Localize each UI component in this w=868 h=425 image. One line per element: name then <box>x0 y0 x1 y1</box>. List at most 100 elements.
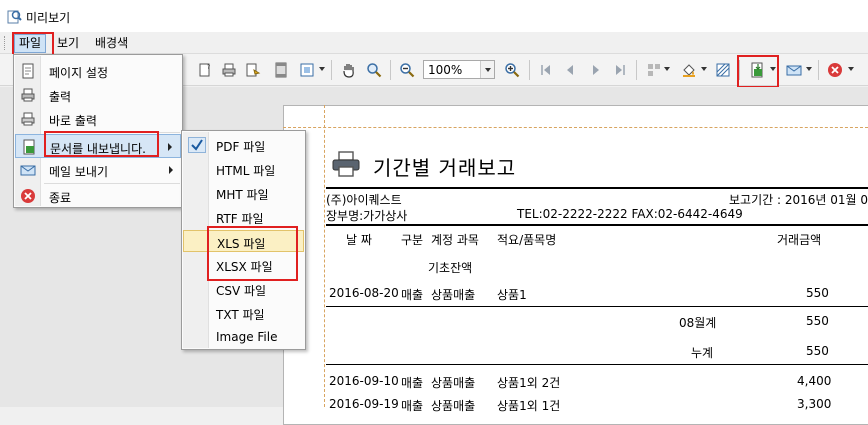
export-pdf[interactable]: PDF 파일 <box>183 134 304 156</box>
mail-icon <box>20 165 36 176</box>
row-account: 상품매출 <box>431 399 476 413</box>
zoom-select[interactable]: 100% <box>423 60 495 79</box>
report-period: 보고기간 : 2016년 01월 01 <box>729 193 868 207</box>
col-amount-header: 거래금액 <box>777 233 822 247</box>
row-account: 상품매출 <box>431 376 476 390</box>
zoom-in-icon <box>505 63 520 78</box>
close-preview-button[interactable] <box>826 61 844 79</box>
highlight-xls-options <box>207 226 298 281</box>
col-type-header: 구분 <box>401 233 424 247</box>
row-amount: 3,300 <box>797 397 832 411</box>
menu-item-page-setup[interactable]: 페이지 설정 <box>15 59 181 83</box>
submenu-item-label: HTML 파일 <box>216 164 276 178</box>
next-page-icon <box>593 65 599 75</box>
close-dropdown-arrow[interactable] <box>848 67 854 71</box>
zoom-dropdown-arrow[interactable] <box>480 61 494 78</box>
subtotal-top-line <box>326 306 868 307</box>
company-name: (주)아이퀘스트 <box>326 193 402 207</box>
submenu-arrow <box>168 143 172 151</box>
report-title: 기간별 거래보고 <box>373 156 517 180</box>
opening-balance-label: 기초잔액 <box>428 261 473 275</box>
first-page-button[interactable] <box>537 61 555 79</box>
row-type: 매출 <box>401 399 424 413</box>
preview-app-icon <box>7 10 22 24</box>
background-color-button[interactable] <box>680 61 698 79</box>
quick-print-icon <box>246 63 261 77</box>
menu-item-label: 종료 <box>49 191 72 205</box>
window-title: 미리보기 <box>26 11 71 25</box>
menubar-grip <box>4 36 7 50</box>
page-setup-icon: ? <box>199 63 210 77</box>
export-image-file[interactable]: Image File <box>183 326 304 348</box>
row-memo: 상품1 <box>497 288 527 302</box>
export-html[interactable]: HTML 파일 <box>183 158 304 180</box>
multi-page-icon <box>648 64 660 76</box>
print-dialog-icon <box>21 88 35 102</box>
row-memo: 상품1외 1건 <box>497 399 561 413</box>
menu-item-send-mail[interactable]: 메일 보내기 <box>15 158 181 182</box>
multi-page-button[interactable] <box>645 61 663 79</box>
print-button[interactable] <box>220 61 238 79</box>
scale-dropdown-arrow[interactable] <box>319 67 325 71</box>
magnifier-button[interactable] <box>365 61 383 79</box>
menu-item-exit[interactable]: 종료 <box>15 184 181 208</box>
next-page-button[interactable] <box>587 61 605 79</box>
margin-guide-horizontal <box>283 127 868 128</box>
mail-icon <box>786 65 802 76</box>
menu-item-quick-print[interactable]: 바로 출력 <box>15 107 181 131</box>
export-rtf[interactable]: RTF 파일 <box>183 206 304 228</box>
last-page-icon <box>616 65 625 75</box>
row-amount: 550 <box>806 286 829 300</box>
menu-view[interactable]: 보기 <box>53 35 83 52</box>
scale-icon <box>300 63 314 77</box>
send-mail-dropdown-arrow[interactable] <box>806 67 812 71</box>
row-account: 상품매출 <box>431 288 476 302</box>
highlight-export-menu-item <box>44 131 159 157</box>
cumulative-amount: 550 <box>806 344 829 358</box>
first-page-icon <box>541 65 550 75</box>
zoom-in-button[interactable] <box>503 61 521 79</box>
magnifier-icon <box>367 63 382 78</box>
send-mail-button[interactable] <box>785 61 803 79</box>
cumulative-bottom-line <box>326 364 868 365</box>
col-memo-header: 적요/품목명 <box>497 233 557 247</box>
menu-item-label: 바로 출력 <box>49 114 97 128</box>
export-txt[interactable]: TXT 파일 <box>183 302 304 324</box>
export-csv[interactable]: CSV 파일 <box>183 278 304 300</box>
contact-info: TEL:02-2222-2222 FAX:02-6442-4649 <box>517 207 743 221</box>
page-setup-icon <box>22 63 34 79</box>
previous-page-icon <box>567 65 573 75</box>
multi-page-dropdown-arrow[interactable] <box>664 67 670 71</box>
row-type: 매출 <box>401 376 424 390</box>
menu-background-color[interactable]: 배경색 <box>91 35 132 52</box>
quick-print-icon <box>21 112 35 126</box>
highlight-export-button <box>737 55 779 88</box>
scale-button[interactable] <box>298 61 316 79</box>
header-footer-button[interactable] <box>272 61 290 79</box>
ledger-name: 장부명:가가상사 <box>326 209 408 223</box>
subtotal-label: 08월계 <box>679 316 717 330</box>
page-setup-button[interactable]: ? <box>196 61 214 79</box>
previous-page-button[interactable] <box>561 61 579 79</box>
menu-item-label: 메일 보내기 <box>49 165 109 179</box>
background-color-dropdown-arrow[interactable] <box>701 67 707 71</box>
col-date-header: 날 짜 <box>346 233 372 247</box>
quick-print-button[interactable] <box>244 61 262 79</box>
title-bar: 미리보기 <box>0 0 868 32</box>
hand-tool-button[interactable] <box>340 61 358 79</box>
zoom-value: 100% <box>428 63 463 77</box>
watermark-icon <box>716 63 730 77</box>
row-date: 2016-09-10 <box>329 374 399 388</box>
row-type: 매출 <box>401 288 424 302</box>
submenu-item-label: Image File <box>216 330 278 344</box>
toolbar-separator <box>818 60 819 80</box>
last-page-button[interactable] <box>611 61 629 79</box>
watermark-button[interactable] <box>714 61 732 79</box>
menu-bar: 파일 보기 배경색 <box>0 32 868 54</box>
margin-guide-vertical <box>324 105 325 407</box>
zoom-out-button[interactable] <box>398 61 416 79</box>
svg-text:?: ? <box>207 64 210 71</box>
export-mht[interactable]: MHT 파일 <box>183 182 304 204</box>
close-icon <box>828 63 842 77</box>
menu-item-print[interactable]: 출력 <box>15 83 181 107</box>
